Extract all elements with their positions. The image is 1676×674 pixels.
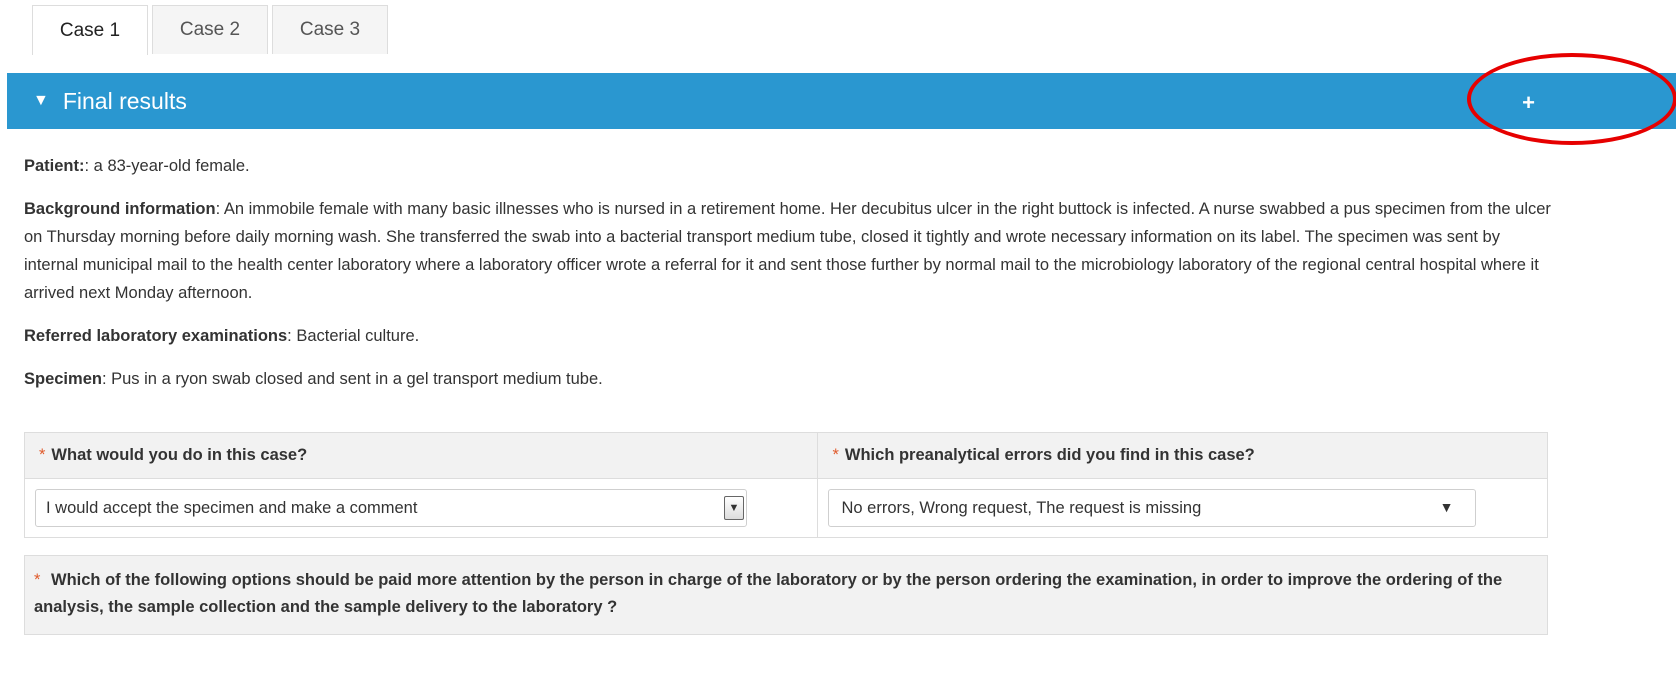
required-mark: * — [34, 571, 41, 589]
question-1-cell: I would accept the specimen and make a c… — [25, 479, 819, 537]
question-2-cell: No errors, Wrong request, The request is… — [818, 479, 1547, 537]
required-mark: * — [39, 446, 46, 464]
question-3-text: Which of the following options should be… — [34, 571, 1503, 616]
final-results-panel-header[interactable]: ▼ Final results + — [7, 73, 1676, 129]
question-1-label: * What would you do in this case? — [25, 433, 819, 479]
dropdown-arrow-icon[interactable]: ▼ — [724, 496, 744, 520]
dropdown-arrow-icon[interactable]: ▼ — [1440, 499, 1454, 515]
question-grid: * What would you do in this case? * Whic… — [24, 432, 1548, 538]
referred-label: Referred laboratory examinations — [24, 327, 288, 345]
referred-line: Referred laboratory examinations: Bacter… — [24, 322, 1554, 350]
case-description: Patient:: a 83-year-old female. Backgrou… — [24, 152, 1554, 408]
plus-icon[interactable]: + — [1522, 90, 1535, 116]
action-select-value: I would accept the specimen and make a c… — [46, 498, 418, 517]
question-2-label: * Which preanalytical errors did you fin… — [818, 433, 1547, 479]
patient-label: Patient: — [24, 157, 85, 175]
tab-case-1[interactable]: Case 1 — [32, 5, 148, 55]
errors-select-value: No errors, Wrong request, The request is… — [841, 498, 1202, 517]
patient-text: : a 83-year-old female. — [84, 157, 250, 175]
question-1-text: What would you do in this case? — [51, 446, 308, 464]
background-label: Background information — [24, 200, 216, 218]
case-tabs: Case 1 Case 2 Case 3 — [32, 5, 392, 55]
specimen-line: Specimen: Pus in a ryon swab closed and … — [24, 365, 1554, 393]
tab-case-2[interactable]: Case 2 — [152, 5, 268, 54]
panel-title: Final results — [62, 87, 187, 114]
specimen-label: Specimen — [24, 370, 102, 388]
background-text: : An immobile female with many basic ill… — [24, 200, 1551, 302]
required-mark: * — [832, 446, 839, 464]
action-select[interactable]: I would accept the specimen and make a c… — [35, 489, 747, 527]
background-line: Background information: An immobile fema… — [24, 195, 1554, 307]
question-2-text: Which preanalytical errors did you find … — [844, 446, 1255, 464]
errors-multiselect[interactable]: No errors, Wrong request, The request is… — [828, 489, 1477, 527]
caret-down-icon[interactable]: ▼ — [33, 92, 49, 110]
specimen-text: : Pus in a ryon swab closed and sent in … — [101, 370, 603, 388]
referred-text: : Bacterial culture. — [287, 327, 420, 345]
tab-case-3[interactable]: Case 3 — [272, 5, 388, 54]
question-3-label: * Which of the following options should … — [24, 555, 1548, 635]
patient-line: Patient:: a 83-year-old female. — [24, 152, 1554, 180]
